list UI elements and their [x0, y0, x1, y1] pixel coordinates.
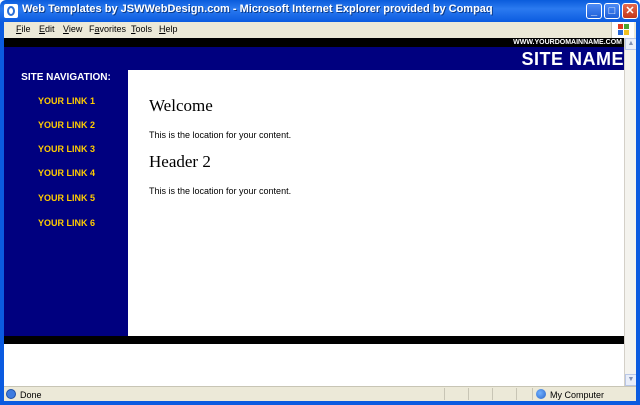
content-paragraph-2: This is the location for your content. [149, 186, 292, 196]
nav-link-4[interactable]: YOUR LINK 4 [38, 168, 95, 178]
nav-title: SITE NAVIGATION: [21, 72, 111, 83]
header-2-heading: Header 2 [149, 152, 211, 171]
status-divider [468, 388, 469, 400]
title-bar[interactable]: Web Templates by JSWWebDesign.com - Micr… [0, 0, 640, 22]
menu-bar: File Edit View Favorites Tools Help [4, 22, 636, 39]
menu-help[interactable]: Help [159, 24, 178, 34]
domain-text: WWW.YOURDOMAINNAME.COM [513, 39, 622, 46]
main-content: Welcome This is the location for your co… [128, 70, 624, 336]
status-divider [492, 388, 493, 400]
security-zone: My Computer [550, 390, 605, 400]
close-button[interactable]: ✕ [622, 3, 638, 19]
menu-tools[interactable]: Tools [131, 24, 152, 34]
window-frame-right [636, 22, 640, 405]
window-frame-left [0, 22, 4, 405]
nav-link-1[interactable]: YOUR LINK 1 [38, 96, 95, 106]
status-divider [444, 388, 445, 400]
window-frame-bottom [0, 401, 640, 405]
site-navigation: SITE NAVIGATION: YOUR LINK 1 YOUR LINK 2… [4, 70, 128, 336]
status-divider [532, 388, 533, 400]
minimize-button[interactable]: _ [586, 3, 602, 19]
top-band: WWW.YOURDOMAINNAME.COM [4, 38, 624, 47]
windows-logo-icon [611, 22, 634, 38]
site-name: SITE NAME [521, 49, 624, 69]
menu-view[interactable]: View [63, 24, 82, 34]
nav-link-5[interactable]: YOUR LINK 5 [38, 193, 95, 203]
menu-favorites[interactable]: Favorites [89, 24, 126, 34]
site-header: SITE NAME [4, 47, 624, 70]
menu-file[interactable]: File [16, 24, 31, 34]
nav-link-6[interactable]: YOUR LINK 6 [38, 218, 95, 228]
page-viewport: WWW.YOURDOMAINNAME.COM SITE NAME SITE NA… [4, 38, 624, 386]
status-divider [516, 388, 517, 400]
content-paragraph-1: This is the location for your content. [149, 130, 292, 140]
browser-window: Web Templates by JSWWebDesign.com - Micr… [0, 0, 640, 405]
welcome-heading: Welcome [149, 96, 213, 115]
footer-band [4, 336, 624, 344]
window-title: Web Templates by JSWWebDesign.com - Micr… [22, 3, 493, 15]
nav-link-2[interactable]: YOUR LINK 2 [38, 120, 95, 130]
status-bar: Done My Computer [4, 386, 636, 402]
menu-edit[interactable]: Edit [39, 24, 55, 34]
maximize-button[interactable]: □ [604, 3, 620, 19]
page-done-icon [6, 389, 16, 399]
internet-explorer-icon [4, 4, 18, 18]
my-computer-icon [536, 389, 546, 399]
nav-link-3[interactable]: YOUR LINK 3 [38, 144, 95, 154]
status-text: Done [20, 390, 42, 400]
